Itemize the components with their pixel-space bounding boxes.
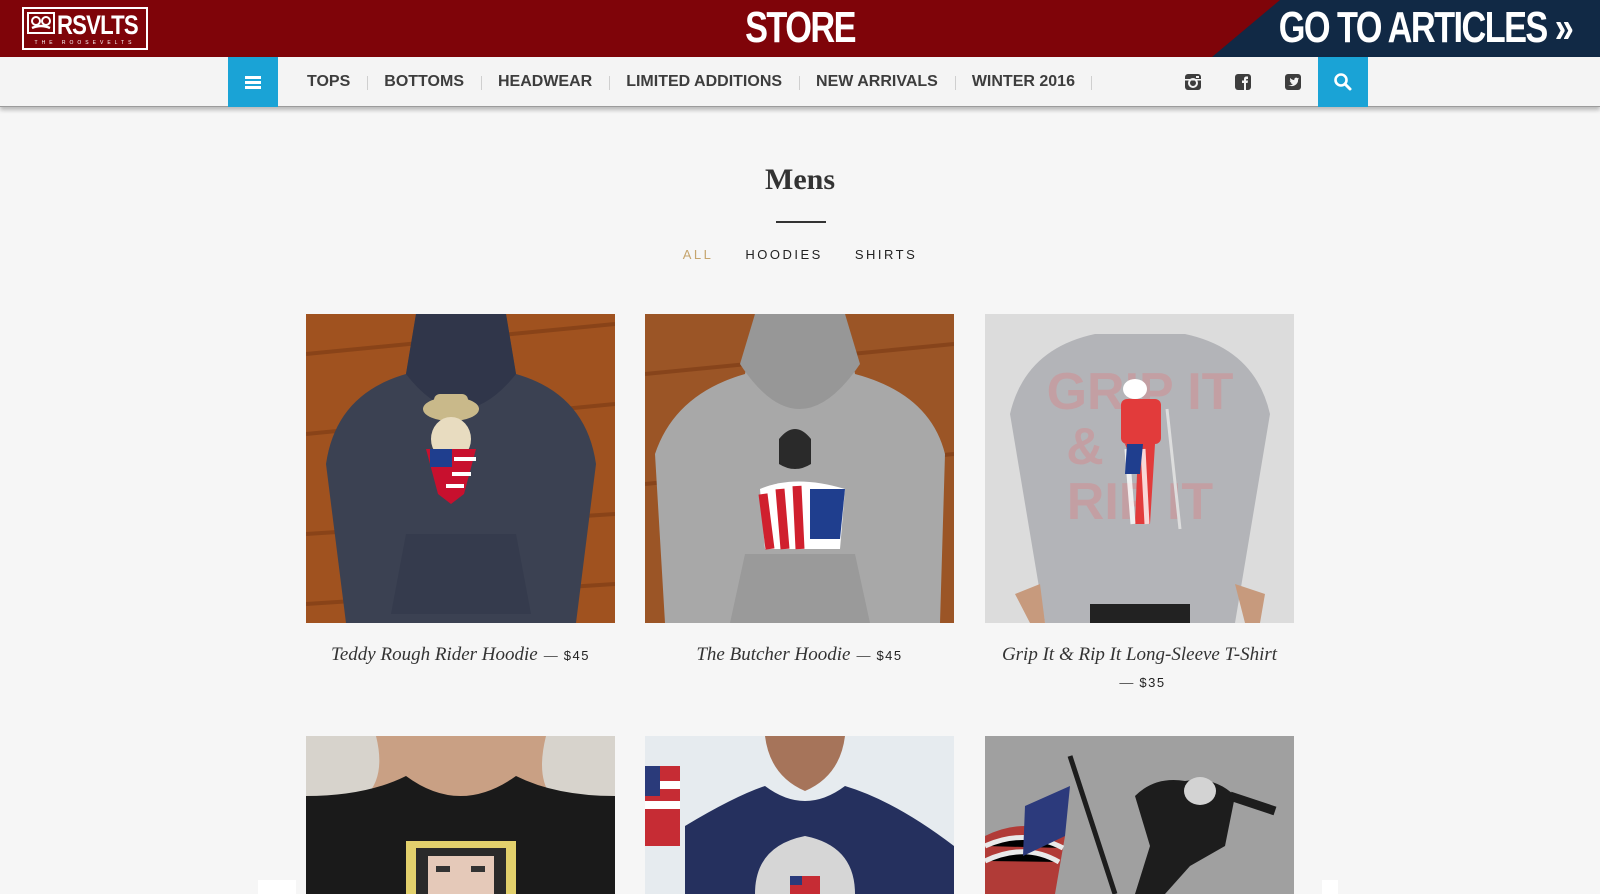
product-card[interactable] (985, 736, 1294, 894)
product-image-butcher-hoodie[interactable] (645, 314, 954, 623)
nav-item-headwear[interactable]: HEADWEAR (480, 73, 609, 91)
product-name[interactable]: The Butcher Hoodie (696, 644, 850, 665)
search-icon (1334, 73, 1352, 91)
nav-item-limited-additions[interactable]: LIMITED ADDITIONS (609, 73, 799, 91)
product-price: $45 (876, 648, 903, 663)
product-card[interactable]: Teddy Rough Rider Hoodie — $45 (306, 314, 615, 669)
product-name[interactable]: Grip It & Rip It Long-Sleeve T-Shirt (1002, 644, 1277, 665)
nav-item-new-arrivals[interactable]: NEW ARRIVALS (799, 73, 955, 91)
filter-shirts[interactable]: SHIRTS (855, 247, 917, 262)
price-separator: — (543, 647, 558, 663)
search-button[interactable] (1318, 57, 1368, 107)
product-card[interactable] (306, 736, 615, 894)
carousel-next-arrow[interactable] (1322, 880, 1338, 894)
facebook-icon[interactable] (1233, 72, 1253, 92)
nav-item-winter-2016[interactable]: WINTER 2016 (954, 73, 1093, 91)
product-name[interactable]: Teddy Rough Rider Hoodie (331, 644, 538, 665)
carousel-prev-arrow[interactable] (258, 880, 296, 894)
articles-banner: GO TO ARTICLES » (1212, 0, 1600, 57)
nav-categories: TOPS BOTTOMS HEADWEAR LIMITED ADDITIONS … (290, 57, 1093, 107)
svg-text:&: & (1066, 418, 1104, 476)
roosevelt-face-icon (27, 12, 55, 34)
rsvlts-logo[interactable]: RSVLTS THE ROOSEVELTS (22, 7, 148, 50)
nav-item-bottoms[interactable]: BOTTOMS (367, 73, 481, 91)
product-card[interactable]: The Butcher Hoodie — $45 (645, 314, 954, 669)
product-price: $45 (563, 648, 590, 663)
product-image-pixel-tee[interactable] (306, 736, 615, 894)
logo-text: RSVLTS (57, 10, 139, 40)
product-card[interactable]: GRIP IT & RIP IT Grip It & Rip It Long-S… (985, 314, 1294, 696)
menu-button[interactable] (228, 57, 278, 107)
store-title: STORE (745, 3, 856, 52)
product-image-teddy-hoodie[interactable] (306, 314, 615, 623)
go-to-articles-link[interactable]: GO TO ARTICLES » (1279, 3, 1574, 53)
price-separator: — (1119, 674, 1134, 690)
filter-hoodies[interactable]: HOODIES (745, 247, 822, 262)
product-card[interactable] (645, 736, 954, 894)
product-image-grip-it-long-sleeve[interactable]: GRIP IT & RIP IT (985, 314, 1294, 623)
instagram-icon[interactable] (1183, 72, 1203, 92)
collection-filters: ALL HOODIES SHIRTS (600, 247, 1000, 262)
product-image-astronaut-tee[interactable] (645, 736, 954, 894)
product-price: $35 (1139, 675, 1166, 690)
twitter-icon[interactable] (1283, 72, 1303, 92)
logo-subtitle: THE ROOSEVELTS (34, 40, 136, 46)
filter-all[interactable]: ALL (683, 247, 714, 262)
top-banner: RSVLTS THE ROOSEVELTS STORE GO TO ARTICL… (0, 0, 1600, 57)
price-separator: — (856, 647, 871, 663)
page-title: Mens (765, 163, 835, 196)
product-image-flag-tee[interactable] (985, 736, 1294, 894)
title-divider (776, 221, 826, 223)
nav-item-tops[interactable]: TOPS (290, 73, 367, 91)
hamburger-icon (245, 74, 261, 91)
main-nav: TOPS BOTTOMS HEADWEAR LIMITED ADDITIONS … (0, 57, 1600, 107)
